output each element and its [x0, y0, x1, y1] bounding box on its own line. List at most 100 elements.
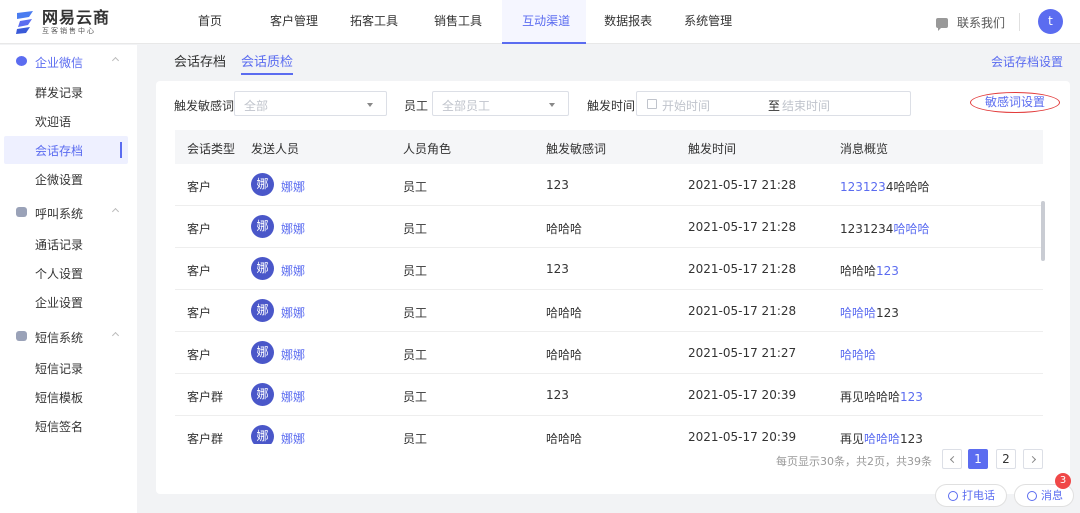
cell-trigger-time: 2021-05-17 21:27 — [688, 346, 797, 360]
nav-divider — [1019, 13, 1020, 31]
chevron-up-icon — [111, 331, 120, 340]
main-nav: 首页 客户管理 拓客工具 销售工具 互动渠道 数据报表 系统管理 — [182, 0, 748, 44]
page-1-button[interactable]: 1 — [968, 449, 988, 469]
date-range-separator: 至 — [768, 99, 781, 113]
sender-name-link[interactable]: 娜娜 — [281, 388, 305, 405]
next-page-button[interactable] — [1023, 449, 1043, 469]
cell-role: 员工 — [403, 222, 428, 236]
table-row[interactable]: 客户群 娜 娜娜 员工 123 2021-05-17 20:39 再见哈哈哈12… — [175, 374, 1043, 416]
date-range-picker[interactable]: 开始时间 至 结束时间 — [636, 91, 911, 116]
nav-system-management[interactable]: 系统管理 — [668, 0, 748, 44]
sidebar-item-personal-settings[interactable]: 个人设置 — [0, 259, 137, 287]
nav-home[interactable]: 首页 — [182, 0, 244, 44]
nav-prospecting-tools[interactable]: 拓客工具 — [334, 0, 414, 44]
top-navbar: 网易云商 互客销售中心 首页 客户管理 拓客工具 销售工具 互动渠道 数据报表 … — [0, 0, 1080, 44]
select-placeholder: 全部 — [244, 99, 269, 113]
cell-sensitive-word: 哈哈哈 — [546, 432, 583, 444]
sidebar-item-label: 通话记录 — [35, 238, 84, 252]
employee-select[interactable]: 全部员工 — [432, 91, 569, 116]
table-scrollbar[interactable] — [1041, 201, 1045, 261]
sidebar-item-enterprise-settings[interactable]: 企业设置 — [0, 288, 137, 316]
sidebar-group-label: 呼叫系统 — [35, 207, 84, 221]
chat-archive-settings-link[interactable]: 会话存档设置 — [991, 53, 1063, 70]
end-date-input[interactable]: 结束时间 — [782, 97, 830, 114]
sender-name-link[interactable]: 娜娜 — [281, 430, 305, 444]
sidebar-item-mass-send[interactable]: 群发记录 — [0, 78, 137, 106]
sidebar-item-welcome[interactable]: 欢迎语 — [0, 107, 137, 135]
nav-customer-management[interactable]: 客户管理 — [244, 0, 334, 44]
tab-chat-archive[interactable]: 会话存档 — [174, 51, 226, 70]
sidebar-item-sms-signatures[interactable]: 短信签名 — [0, 412, 137, 440]
message-icon — [16, 331, 27, 341]
cell-message-preview: 再见哈哈哈123 — [840, 430, 923, 444]
sidebar-group-call-system[interactable]: 呼叫系统 — [0, 197, 137, 227]
sidebar-item-label: 群发记录 — [35, 86, 84, 100]
cell-role: 员工 — [403, 348, 428, 362]
highlighted-text: 哈哈哈 — [840, 306, 877, 320]
sender-avatar: 娜 — [251, 173, 274, 196]
sidebar-group-wecom[interactable]: 企业微信 — [0, 46, 137, 76]
phone-icon — [948, 491, 958, 501]
cell-chat-type: 客户 — [187, 180, 212, 194]
table-row[interactable]: 客户群 娜 娜娜 员工 哈哈哈 2021-05-17 20:39 再见哈哈哈12… — [175, 416, 1043, 444]
nav-data-reports[interactable]: 数据报表 — [586, 0, 668, 44]
brand-tagline: 互客销售中心 — [42, 26, 96, 35]
trigger-time-filter-label: 触发时间 — [587, 99, 636, 113]
message-text: 123 — [876, 306, 899, 320]
cell-chat-type: 客户 — [187, 222, 212, 236]
sender-name-link[interactable]: 娜娜 — [281, 304, 305, 321]
table-row[interactable]: 客户 娜 娜娜 员工 123 2021-05-17 21:28 1231234哈… — [175, 164, 1043, 206]
column-header: 消息概览 — [840, 142, 889, 156]
chat-icon — [936, 17, 948, 31]
table-row[interactable]: 客户 娜 娜娜 员工 哈哈哈 2021-05-17 21:28 哈哈哈123 — [175, 290, 1043, 332]
message-text: 4哈哈哈 — [885, 180, 930, 194]
pagination-info: 每页显示30条，共2页，共39条 — [776, 455, 932, 468]
highlighted-text: 哈哈哈 — [840, 348, 877, 362]
employee-filter-label: 员工 — [404, 99, 429, 113]
sender-name-link[interactable]: 娜娜 — [281, 178, 305, 195]
caret-down-icon — [367, 103, 373, 107]
sidebar-item-sms-templates[interactable]: 短信模板 — [0, 383, 137, 411]
highlighted-text: 123 — [876, 264, 899, 278]
sidebar-item-call-records[interactable]: 通话记录 — [0, 230, 137, 258]
sensitive-word-select[interactable]: 全部 — [234, 91, 387, 116]
cell-chat-type: 客户群 — [187, 432, 224, 444]
sidebar-item-chat-archive[interactable]: 会话存档 — [4, 136, 128, 164]
cell-message-preview: 哈哈哈 — [840, 346, 876, 363]
select-placeholder: 全部员工 — [442, 99, 491, 113]
contact-us-link[interactable]: 联系我们 — [936, 14, 1005, 31]
table-header: 会话类型 发送人员 人员角色 触发敏感词 触发时间 消息概览 — [175, 130, 1043, 164]
sidebar-item-label: 短信模板 — [35, 391, 84, 405]
tab-chat-quality-check[interactable]: 会话质检 — [241, 51, 294, 75]
table-row[interactable]: 客户 娜 娜娜 员工 哈哈哈 2021-05-17 21:28 1231234哈… — [175, 206, 1043, 248]
table-row[interactable]: 客户 娜 娜娜 员工 哈哈哈 2021-05-17 21:27 哈哈哈 — [175, 332, 1043, 374]
sender-name-link[interactable]: 娜娜 — [281, 346, 305, 363]
start-date-input[interactable]: 开始时间 — [662, 97, 710, 114]
page-2-button[interactable]: 2 — [996, 449, 1016, 469]
sensitive-word-settings-link[interactable]: 敏感词设置 — [970, 92, 1060, 113]
brand-logo[interactable]: 网易云商 互客销售中心 — [14, 7, 110, 37]
sidebar-group-sms-system[interactable]: 短信系统 — [0, 321, 137, 351]
cell-chat-type: 客户群 — [187, 390, 224, 404]
sender-avatar: 娜 — [251, 215, 274, 238]
logo-icon — [16, 11, 33, 34]
sender-avatar: 娜 — [251, 257, 274, 280]
quality-check-panel: 触发敏感词 全部 员工 全部员工 触发时间 开始时间 至 结束时间 敏感词设置 … — [156, 81, 1070, 494]
sidebar-item-wecom-settings[interactable]: 企微设置 — [0, 165, 137, 193]
message-count-badge: 3 — [1055, 473, 1071, 489]
nav-sales-tools[interactable]: 销售工具 — [414, 0, 502, 44]
sidebar-item-sms-records[interactable]: 短信记录 — [0, 354, 137, 382]
sidebar-item-label: 个人设置 — [35, 267, 84, 281]
sender-name-link[interactable]: 娜娜 — [281, 220, 305, 237]
nav-interactive-channels[interactable]: 互动渠道 — [502, 0, 587, 44]
table-row[interactable]: 客户 娜 娜娜 员工 123 2021-05-17 21:28 哈哈哈123 — [175, 248, 1043, 290]
sidebar-item-label: 企业设置 — [35, 296, 84, 310]
message-text: 再见哈哈哈 — [840, 390, 901, 404]
message-text: 123 — [900, 432, 923, 444]
sender-name-link[interactable]: 娜娜 — [281, 262, 305, 279]
user-avatar[interactable]: t — [1038, 9, 1063, 34]
sidebar-item-label: 短信签名 — [35, 420, 84, 434]
call-button[interactable]: 打电话 — [935, 484, 1007, 507]
prev-page-button[interactable] — [942, 449, 962, 469]
chevron-up-icon — [111, 207, 120, 216]
